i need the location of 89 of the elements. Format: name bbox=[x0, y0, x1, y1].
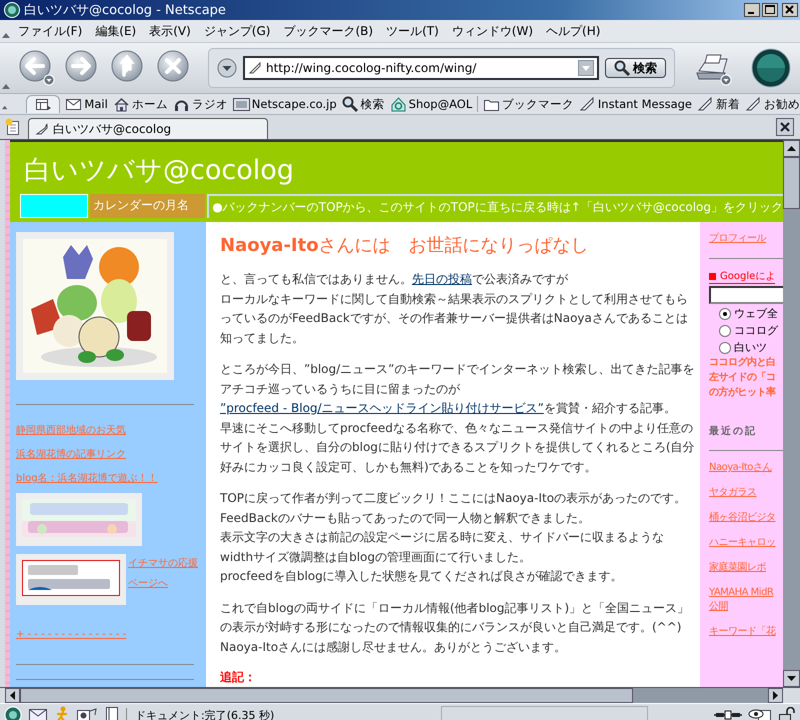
body-text: 早速にそこへ移動してprocfeedなる名称で、色々なニュース発信サイトの中より任意のサイトを選択し、自分のblogに貼り付けできるスプリクトを提供してくれるところ(自分好みにカッコ良く設定可、しかも無料)であることを知ったワケです。 bbox=[220, 420, 696, 476]
menu-item[interactable]: 編集(E) bbox=[90, 22, 142, 40]
minimize-button[interactable] bbox=[744, 3, 760, 17]
notice-banner: ●バックナンバーのTOPから、このサイトのTOPに直ちに戻る時は↑「白いツバサ@cocolog」をクリック bbox=[207, 194, 783, 218]
text-link[interactable]: 先日の投稿 bbox=[412, 272, 472, 286]
logo-icon bbox=[4, 2, 20, 18]
body-text: と、言っても私信ではありません。先日の投稿で公表済みですが bbox=[220, 271, 569, 288]
connection-icon[interactable] bbox=[714, 708, 742, 720]
house-icon bbox=[390, 96, 407, 112]
close-tab-button[interactable] bbox=[776, 118, 794, 136]
radio-option[interactable]: ウェブ全 bbox=[719, 306, 778, 321]
menu-item[interactable]: 表示(V) bbox=[144, 22, 196, 40]
logo-icon[interactable] bbox=[4, 706, 22, 720]
status-text: ドキュメント:完了(6.35 秒) bbox=[126, 708, 435, 720]
browser-tab[interactable]: 白いツバサ@cocolog bbox=[28, 118, 268, 139]
radio-button[interactable] bbox=[719, 308, 731, 320]
toolbar-button[interactable]: Shop@AOL bbox=[390, 96, 472, 112]
back-button[interactable] bbox=[18, 49, 56, 87]
toolbar-button[interactable]: 新着 bbox=[697, 96, 740, 112]
scroll-thumb[interactable] bbox=[783, 157, 800, 209]
toolbar-button[interactable]: Instant Message bbox=[578, 96, 692, 112]
search-icon bbox=[614, 60, 630, 76]
body-text: 表示文字の大きさは前記の設定ページに居る時に変え、サイドバーに収まるような bbox=[220, 529, 665, 546]
postscript-label: 追記： bbox=[220, 669, 257, 686]
body-text: TOPに戻って作者が判って二度ビックリ！ここにはNaoya-Itoの表示があったのです。 bbox=[220, 490, 688, 507]
search-input[interactable] bbox=[709, 286, 783, 304]
new-tab-icon[interactable] bbox=[4, 118, 22, 136]
scroll-down-button[interactable] bbox=[783, 670, 800, 687]
body-text: Naoya-Itoさんには感謝し尽せません。ありがとうございます。 bbox=[220, 638, 568, 656]
search-heading: Googleによ bbox=[720, 270, 776, 283]
tag-icon bbox=[35, 122, 49, 136]
panel-icon bbox=[35, 98, 52, 112]
unlocked-padlock-icon[interactable] bbox=[778, 707, 796, 720]
toolbar-button[interactable]: 検索 bbox=[342, 96, 385, 112]
note-text: ココログ内と白 bbox=[709, 356, 776, 370]
toolbar-button[interactable]: ラジオ bbox=[172, 96, 228, 112]
radio-button[interactable] bbox=[719, 324, 731, 336]
menu-item[interactable]: ファイル(F) bbox=[13, 22, 88, 40]
radio-button[interactable] bbox=[719, 342, 731, 354]
toolbar-button[interactable]: お勧め bbox=[745, 96, 800, 112]
note-text: 左サイドの「コ bbox=[709, 370, 776, 385]
radio-option[interactable]: ココログ bbox=[719, 323, 778, 338]
menu-item[interactable]: ウィンドウ(W) bbox=[446, 22, 538, 40]
article-title: Naoya-Itoさんには お世話になりっぱなし bbox=[220, 234, 590, 258]
radio-label: 白いツ bbox=[734, 340, 767, 355]
menu-item[interactable]: ヘルプ(H) bbox=[541, 22, 606, 40]
square-bullet-icon bbox=[709, 272, 716, 280]
toolbar-button[interactable]: Netscape.co.jp bbox=[232, 96, 337, 112]
grip-icon bbox=[2, 84, 10, 89]
scroll-thumb[interactable] bbox=[20, 688, 634, 703]
toolbar-button[interactable]: ホーム bbox=[112, 96, 168, 112]
close-button[interactable] bbox=[782, 3, 798, 17]
bookmark-icon bbox=[248, 61, 262, 75]
scroll-up-button[interactable] bbox=[783, 140, 800, 157]
body-text: これで自blogの両サイドに「ローカル情報(他者blog記事リスト)」と「全国ニュース」の表示が対峙する形になったので情報収集的にバランスが良いと自己満足です。(^^) bbox=[220, 600, 690, 636]
sidebar-toggle-button[interactable] bbox=[26, 95, 60, 113]
composer-icon[interactable] bbox=[76, 707, 98, 720]
scroll-left-button[interactable] bbox=[5, 688, 20, 703]
search-icon bbox=[342, 96, 359, 112]
section-heading: 最近の記 bbox=[709, 424, 757, 438]
grip-icon bbox=[2, 105, 8, 110]
search-button[interactable]: 検索 bbox=[605, 58, 666, 78]
body-text: ローカルなキーワードに関して自動検索～結果表示のスプリクトとして利用させてもらっているのがFeedBackですが、その作者兼サーバー提供者はNaoyaさんであることは知ってました。 bbox=[220, 290, 689, 346]
dropdown-button[interactable] bbox=[217, 58, 237, 78]
body-text: FeedBackのバナーも貼ってあったので同一人物と解釈できました。 bbox=[220, 510, 591, 526]
menu-item[interactable]: ジャンプ(G) bbox=[198, 22, 276, 40]
menu-item[interactable]: ツール(T) bbox=[381, 22, 444, 40]
radio-option[interactable]: 白いツ bbox=[719, 340, 767, 355]
radio-label: ウェブ全 bbox=[734, 306, 778, 321]
body-text: ところが今日、”blog/ニュース”のキーワードでインターネット検索し、出てきた記事をアチコチ巡っているうちに目に留まったのが ”procfeed - Blog/ニュースヘッドライン貼り付けサービス”を賞賛・紹介する記事。 bbox=[220, 361, 696, 417]
menu-item[interactable]: ブックマーク(B) bbox=[278, 22, 378, 40]
note-text: の方がヒット率 bbox=[709, 385, 776, 400]
eye-icon[interactable] bbox=[748, 707, 772, 720]
window-title: 白いツバサ@cocolog - Netscape bbox=[24, 2, 227, 19]
grip-icon bbox=[2, 33, 10, 38]
logo-icon bbox=[751, 48, 791, 88]
toolbar-button[interactable]: Mail bbox=[65, 96, 108, 112]
calendar-cell bbox=[20, 194, 88, 218]
body-text: widthサイズ微調整は自blogの管理画面にて行いました。 bbox=[220, 548, 532, 566]
maximize-button[interactable] bbox=[762, 3, 778, 17]
address-field[interactable]: http://wing.cocolog-nifty.com/wing/ bbox=[243, 56, 599, 80]
scroll-right-button[interactable] bbox=[768, 688, 783, 703]
text-link[interactable]: ”procfeed - Blog/ニュースヘッドライン貼り付けサービス” bbox=[220, 401, 544, 415]
calendar-month-label: カレンダーの月名 bbox=[90, 194, 206, 218]
radio-label: ココログ bbox=[734, 323, 778, 338]
body-text: procfeedを自blogに導入した状態を見てくだされば良さが確認できます。 bbox=[220, 568, 624, 585]
toolbar-button[interactable]: ブックマーク bbox=[482, 96, 574, 112]
notebook-icon[interactable] bbox=[104, 706, 120, 720]
envelope-icon[interactable] bbox=[28, 707, 48, 720]
